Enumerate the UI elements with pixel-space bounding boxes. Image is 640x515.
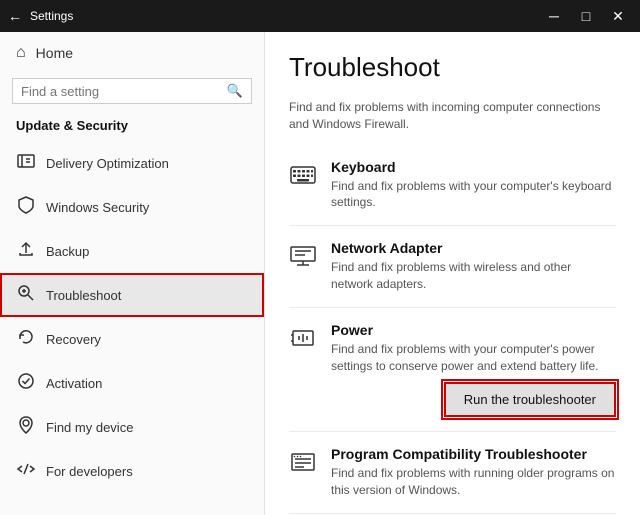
sidebar-item-label-recovery: Recovery	[46, 332, 101, 347]
network-name: Network Adapter	[331, 240, 616, 256]
program-icon	[289, 448, 317, 476]
developers-icon	[16, 459, 34, 483]
app-container: ⌂ Home 🔍 Update & Security Delivery Opti…	[0, 32, 640, 515]
close-button[interactable]: ✕	[604, 6, 632, 26]
power-name: Power	[331, 322, 616, 338]
intro-text: Find and fix problems with incoming comp…	[289, 99, 616, 133]
network-text: Network Adapter Find and fix problems wi…	[331, 240, 616, 293]
sidebar-item-activation[interactable]: Activation	[0, 361, 264, 405]
power-icon	[289, 324, 317, 352]
search-input[interactable]	[21, 84, 227, 99]
content-area: Troubleshoot Find and fix problems with …	[265, 32, 640, 515]
back-button[interactable]: ←	[8, 8, 22, 24]
sidebar-item-windows-security[interactable]: Windows Security	[0, 185, 264, 229]
search-icon: 🔍	[227, 83, 243, 99]
home-label: Home	[36, 45, 73, 61]
sidebar-item-delivery[interactable]: Delivery Optimization	[0, 141, 264, 185]
sidebar-item-find-my-device[interactable]: Find my device	[0, 405, 264, 449]
title-bar-title: Settings	[30, 9, 73, 23]
title-bar-controls: ─ □ ✕	[540, 6, 632, 26]
sidebar-item-label-activation: Activation	[46, 376, 102, 391]
title-bar-left: ← Settings	[8, 8, 73, 24]
sidebar-item-label-delivery: Delivery Optimization	[46, 156, 169, 171]
title-bar: ← Settings ─ □ ✕	[0, 0, 640, 32]
home-icon: ⌂	[16, 44, 26, 62]
power-desc: Find and fix problems with your computer…	[331, 341, 616, 375]
shield-icon	[16, 195, 34, 219]
sidebar-item-backup[interactable]: Backup	[0, 229, 264, 273]
troubleshoot-icon	[16, 283, 34, 307]
backup-icon	[16, 239, 34, 263]
sidebar-item-label-find-device: Find my device	[46, 420, 133, 435]
power-text: Power Find and fix problems with your co…	[331, 322, 616, 418]
trouble-item-program: Program Compatibility Troubleshooter Fin…	[289, 432, 616, 514]
sidebar-item-label-developers: For developers	[46, 464, 133, 479]
network-icon	[289, 242, 317, 270]
page-title: Troubleshoot	[289, 52, 616, 83]
sidebar-item-label-security: Windows Security	[46, 200, 149, 215]
keyboard-icon	[289, 161, 317, 189]
sidebar-item-troubleshoot[interactable]: Troubleshoot	[0, 273, 264, 317]
run-btn-container: Run the troubleshooter	[331, 382, 616, 417]
keyboard-text: Keyboard Find and fix problems with your…	[331, 159, 616, 212]
sidebar-item-for-developers[interactable]: For developers	[0, 449, 264, 493]
sidebar-section-title: Update & Security	[0, 114, 264, 141]
program-desc: Find and fix problems with running older…	[331, 465, 616, 499]
recovery-icon	[16, 327, 34, 351]
program-name: Program Compatibility Troubleshooter	[331, 446, 616, 462]
sidebar-item-home[interactable]: ⌂ Home	[0, 32, 264, 74]
sidebar: ⌂ Home 🔍 Update & Security Delivery Opti…	[0, 32, 265, 515]
trouble-item-network: Network Adapter Find and fix problems wi…	[289, 226, 616, 308]
find-device-icon	[16, 415, 34, 439]
run-troubleshooter-button[interactable]: Run the troubleshooter	[444, 382, 616, 417]
delivery-icon	[16, 151, 34, 175]
activation-icon	[16, 371, 34, 395]
sidebar-search-box[interactable]: 🔍	[12, 78, 252, 104]
minimize-button[interactable]: ─	[540, 6, 568, 26]
sidebar-item-label-troubleshoot: Troubleshoot	[46, 288, 121, 303]
trouble-item-keyboard: Keyboard Find and fix problems with your…	[289, 145, 616, 227]
network-desc: Find and fix problems with wireless and …	[331, 259, 616, 293]
trouble-item-power: Power Find and fix problems with your co…	[289, 308, 616, 433]
sidebar-item-recovery[interactable]: Recovery	[0, 317, 264, 361]
keyboard-name: Keyboard	[331, 159, 616, 175]
maximize-button[interactable]: □	[572, 6, 600, 26]
sidebar-item-label-backup: Backup	[46, 244, 89, 259]
keyboard-desc: Find and fix problems with your computer…	[331, 178, 616, 212]
program-text: Program Compatibility Troubleshooter Fin…	[331, 446, 616, 499]
